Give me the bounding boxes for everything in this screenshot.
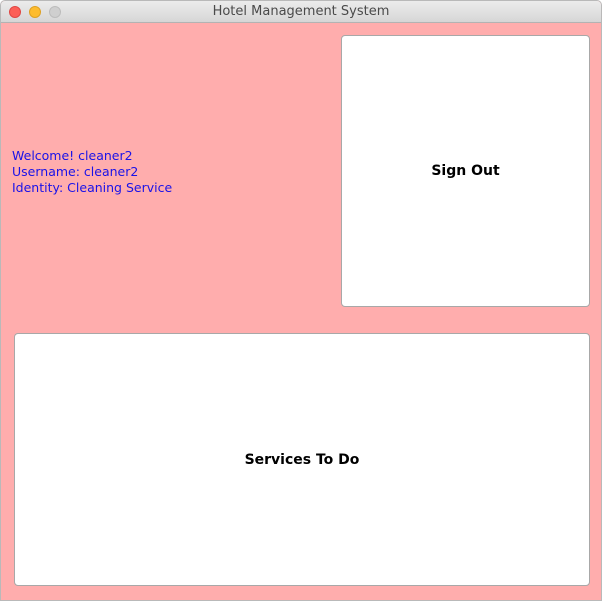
services-to-do-button[interactable]: Services To Do <box>14 333 590 586</box>
user-info-panel: Welcome! cleaner2 Username: cleaner2 Ide… <box>12 148 172 196</box>
window-title: Hotel Management System <box>212 4 390 19</box>
sign-out-button[interactable]: Sign Out <box>341 35 590 307</box>
username-label: Username: cleaner2 <box>12 164 139 179</box>
app-window: Hotel Management System Welcome! cleaner… <box>0 0 602 601</box>
identity-label: Identity: Cleaning Service <box>12 180 173 195</box>
welcome-label: Welcome! cleaner2 <box>12 148 133 163</box>
sign-out-label: Sign Out <box>431 163 500 179</box>
title-bar: Hotel Management System <box>1 1 601 23</box>
services-to-do-label: Services To Do <box>244 451 360 468</box>
